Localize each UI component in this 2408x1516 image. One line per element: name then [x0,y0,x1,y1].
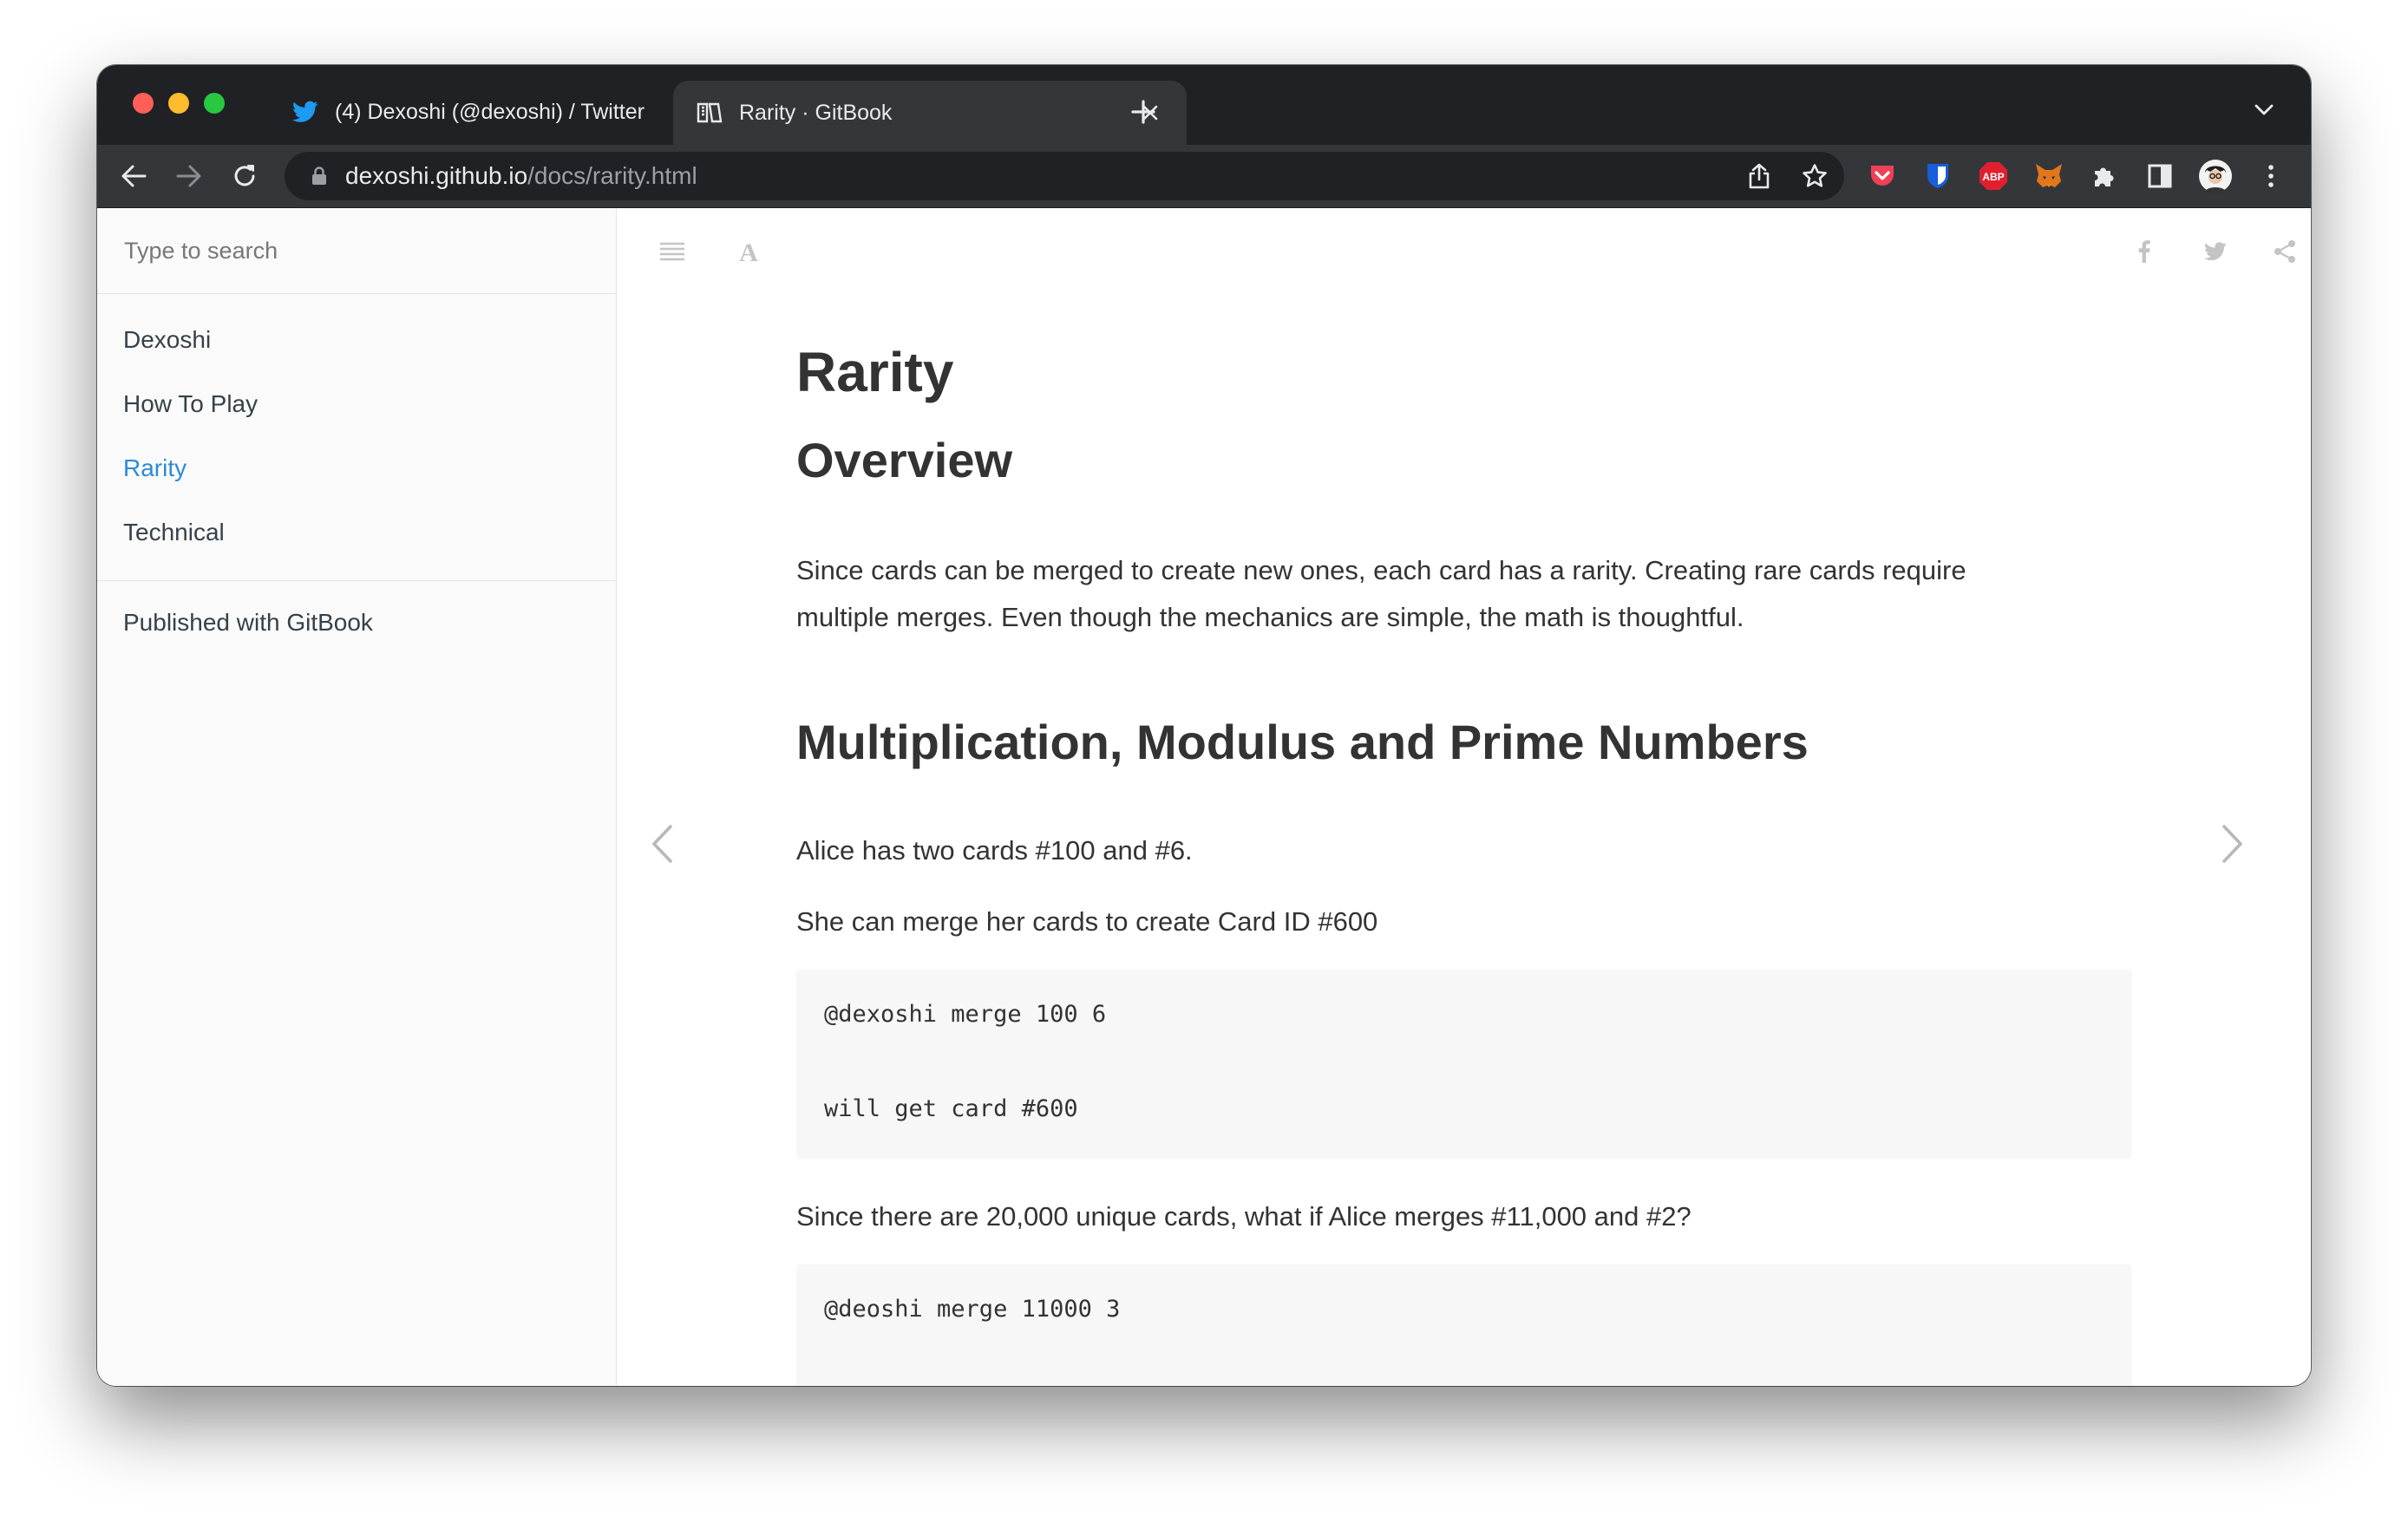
tab-gitbook[interactable]: Rarity · GitBook [673,81,1187,145]
summary-nav: Dexoshi How To Play Rarity Technical [97,294,616,581]
sidepanel-icon[interactable] [2141,157,2179,195]
lock-icon[interactable] [309,166,330,186]
reload-icon[interactable] [227,159,262,193]
share-page-icon[interactable] [1742,159,1777,193]
tab-strip: (4) Dexoshi (@dexoshi) / Twitter Rarity … [97,65,2311,145]
minimize-window-button[interactable] [168,93,189,114]
code-line: will get card #600 [824,1095,1078,1122]
url-path: /docs/rarity.html [527,162,697,189]
new-tab-plus-icon[interactable] [1126,95,1161,129]
metamask-fox-icon[interactable] [2030,157,2068,195]
forward-arrow-icon[interactable] [172,159,206,193]
twitter-share-icon[interactable] [2196,232,2235,271]
profile-avatar[interactable] [2196,157,2235,195]
zoom-window-button[interactable] [204,93,225,114]
web-content: Dexoshi How To Play Rarity Technical Pub… [97,208,2311,1386]
next-page-chevron-right-icon[interactable] [2214,814,2252,874]
facebook-share-icon[interactable] [2125,232,2163,271]
share-icon[interactable] [2266,232,2304,271]
paragraph-unique-cards: Since there are 20,000 unique cards, wha… [796,1201,1691,1232]
adblock-plus-icon[interactable]: ABP [1974,157,2012,195]
previous-page-chevron-left-icon[interactable] [643,814,681,874]
search-box [97,208,616,294]
browser-window: (4) Dexoshi (@dexoshi) / Twitter Rarity … [97,65,2311,1386]
paragraph-merge: She can merge her cards to create Card I… [796,906,1378,937]
gitbook-icon [696,99,723,127]
url-text[interactable]: dexoshi.github.io/docs/rarity.html [345,162,697,190]
svg-text:ABP: ABP [1982,171,2004,183]
sidebar-item-label: Dexoshi [123,326,212,353]
pocket-icon[interactable] [1863,157,1901,195]
book-body: A Rarity Overview Since cards can be mer… [617,208,2311,1386]
twitter-bird-icon [291,98,319,126]
close-window-button[interactable] [133,93,154,114]
published-with-gitbook-link[interactable]: Published with GitBook [97,581,616,664]
sidebar-item-rarity[interactable]: Rarity [97,436,616,500]
sidebar-item-technical[interactable]: Technical [97,500,616,565]
puzzle-extensions-icon[interactable] [2085,157,2123,195]
sidebar-item-label: Rarity [123,454,187,481]
bitwarden-icon[interactable] [1919,157,1957,195]
sidebar-item-dexoshi[interactable]: Dexoshi [97,308,616,372]
url-host: dexoshi.github.io [345,162,528,189]
code-line: @deoshi merge 11000 3 [824,1296,1121,1323]
browser-toolbar: dexoshi.github.io/docs/rarity.html ABP [97,145,2311,208]
svg-text:A: A [739,239,758,264]
overview-paragraph-line-2: multiple merges. Even though the mechani… [796,602,1744,632]
paragraph-alice-cards: Alice has two cards #100 and #6. [796,835,1193,866]
code-block-1: @dexoshi merge 100 6 will get card #600 [796,970,2132,1159]
toc-lines-icon[interactable] [653,232,691,271]
back-arrow-icon[interactable] [116,159,151,193]
heading-multiplication: Multiplication, Modulus and Prime Number… [796,715,1809,769]
code-block-2: @deoshi merge 11000 3 [796,1264,2132,1386]
overview-paragraph-line-1: Since cards can be merged to create new … [796,555,1966,585]
bookmark-star-icon[interactable] [1797,159,1832,193]
search-input[interactable] [122,236,591,265]
sidebar-item-how-to-play[interactable]: How To Play [97,372,616,436]
tab-search-chevron-down-icon[interactable] [2248,95,2280,126]
heading-overview: Overview [796,433,1013,487]
code-line: @dexoshi merge 100 6 [824,1001,1107,1028]
sidebar-item-label: Technical [123,519,225,546]
book-header: A [617,208,2311,294]
book-summary-sidebar: Dexoshi How To Play Rarity Technical Pub… [97,208,617,1386]
address-bar[interactable]: dexoshi.github.io/docs/rarity.html [285,152,1844,200]
tab-title: Rarity · GitBook [739,100,893,125]
sidebar-item-label: How To Play [123,390,258,417]
font-settings-icon[interactable]: A [730,232,768,271]
page-title: Rarity [796,341,954,403]
tab-title: (4) Dexoshi (@dexoshi) / Twitter [335,99,645,124]
more-vertical-icon[interactable] [2252,157,2290,195]
